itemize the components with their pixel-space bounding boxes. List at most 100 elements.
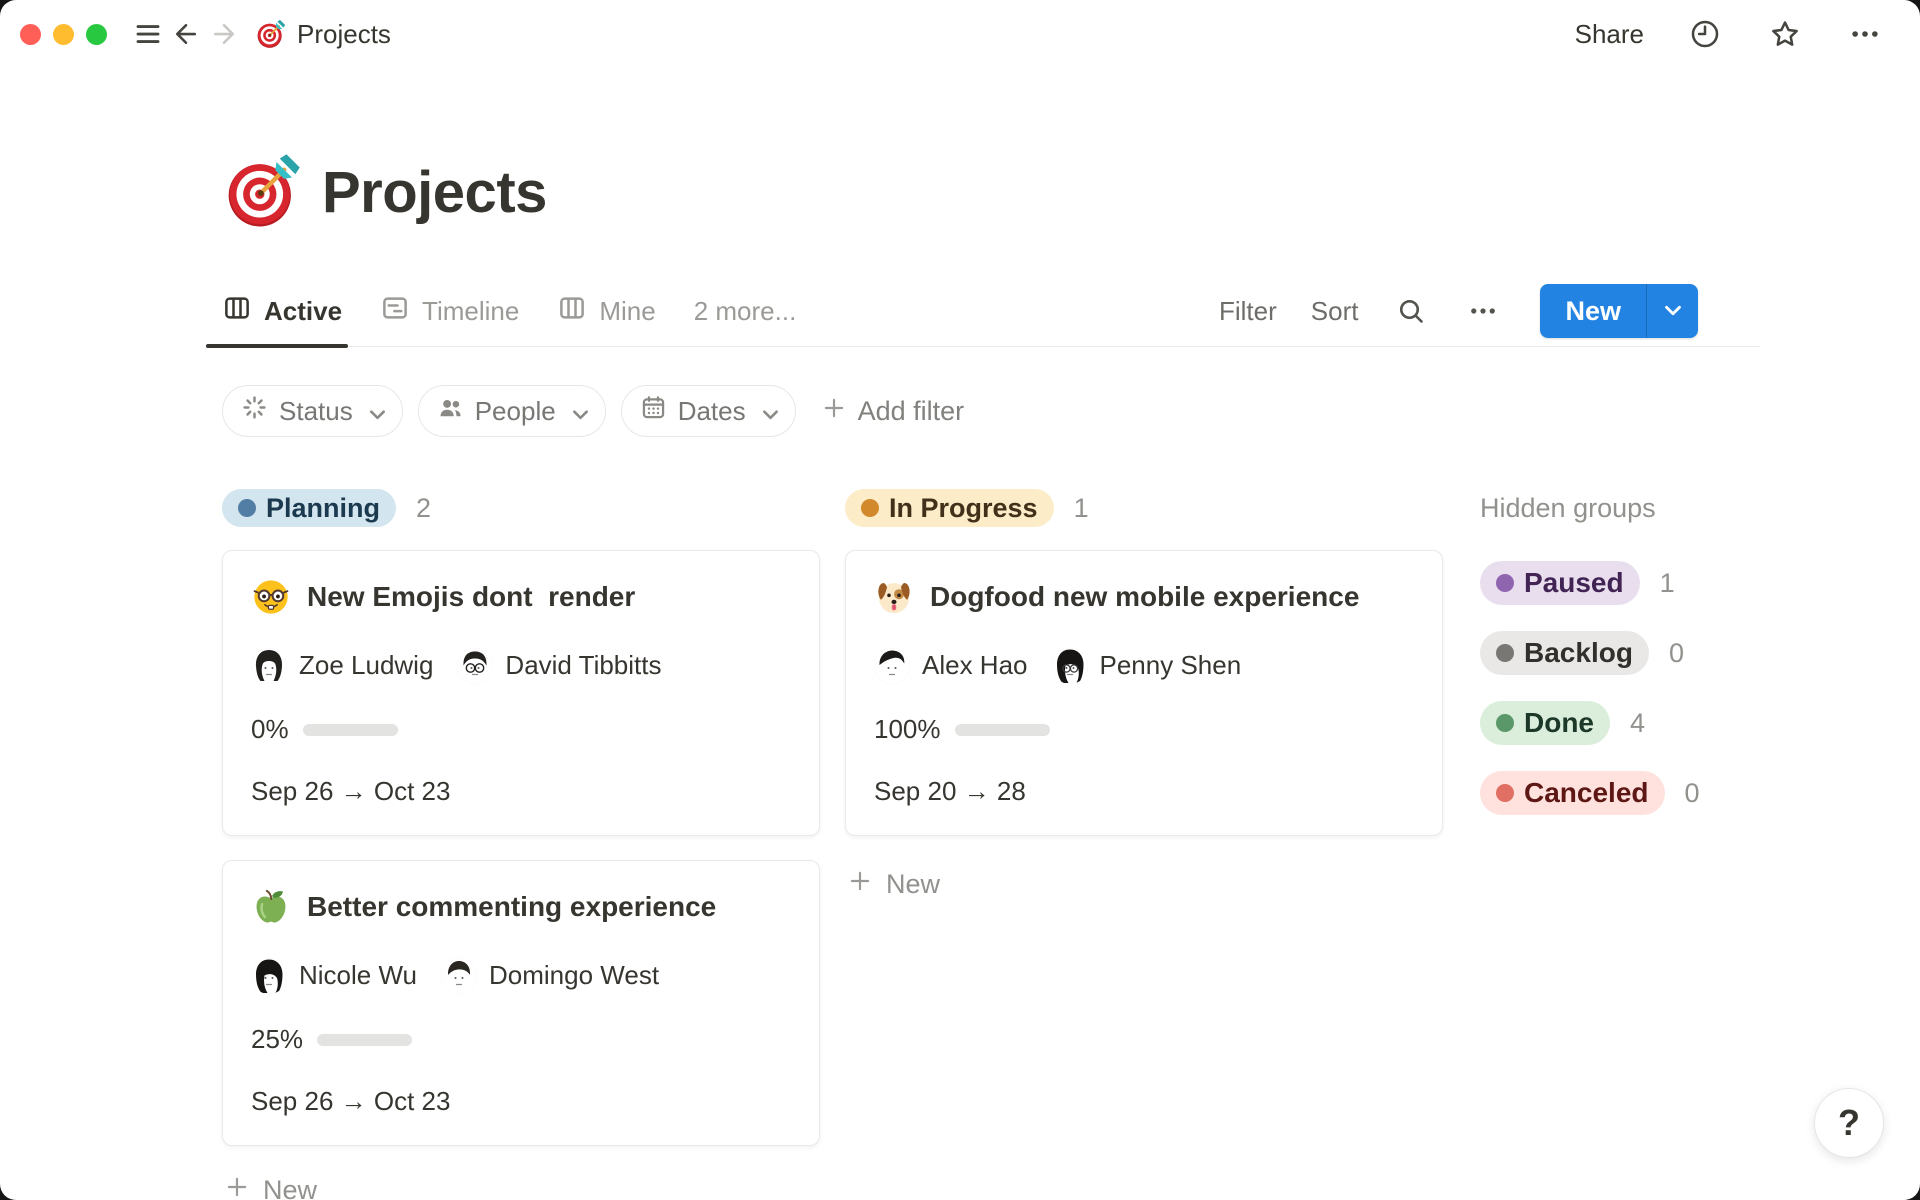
card-assignees: Nicole Wu Domingo West xyxy=(251,957,791,994)
app-window: Projects Share Projects Active Timeline Mi… xyxy=(0,0,1920,1200)
card-title-text: Dogfood new mobile experience xyxy=(930,581,1360,612)
share-button[interactable]: Share xyxy=(1575,19,1644,50)
tab-timeline[interactable]: Timeline xyxy=(380,276,519,346)
status-badge-backlog[interactable]: Backlog xyxy=(1480,631,1649,675)
status-badge-planning[interactable]: Planning xyxy=(222,489,396,527)
column-count: 2 xyxy=(416,492,432,523)
topbar: Projects Share xyxy=(0,0,1920,68)
status-dot xyxy=(1496,714,1514,732)
column-header-planning[interactable]: Planning 2 xyxy=(222,489,820,527)
breadcrumb-title: Projects xyxy=(297,18,391,49)
assignee-name: Zoe Ludwig xyxy=(299,650,434,681)
card-progress: 100% xyxy=(874,714,1414,745)
column-header-in-progress[interactable]: In Progress 1 xyxy=(845,489,1443,527)
woman-long-hair-avatar xyxy=(251,647,287,684)
breadcrumb[interactable]: Projects xyxy=(255,19,391,50)
status-badge-in-progress[interactable]: In Progress xyxy=(845,489,1054,527)
sort-button[interactable]: Sort xyxy=(1311,296,1359,327)
status-badge-label: Planning xyxy=(266,492,380,523)
assignee-name: Penny Shen xyxy=(1099,650,1242,681)
hidden-group-count: 0 xyxy=(1684,777,1700,808)
status-badge-label: Backlog xyxy=(1524,637,1633,668)
board-view-icon xyxy=(557,293,587,330)
star-icon[interactable] xyxy=(1766,15,1804,53)
new-split-button: New xyxy=(1540,284,1698,338)
card-title: Dogfood new mobile experience xyxy=(874,577,1414,617)
view-tabs: Active Timeline Mine 2 more... xyxy=(205,276,797,348)
assignee-name: Alex Hao xyxy=(922,650,1028,681)
help-button[interactable]: ? xyxy=(1814,1088,1884,1158)
assignee-david-tibbitts: David Tibbitts xyxy=(457,647,662,684)
tab-label: 2 more... xyxy=(693,295,797,326)
filter-button[interactable]: Filter xyxy=(1219,296,1277,327)
hidden-group-count: 0 xyxy=(1668,637,1684,668)
view-more-icon[interactable] xyxy=(1464,292,1502,330)
status-icon xyxy=(241,394,268,428)
filter-chips: Status People Dates xyxy=(222,385,796,437)
hidden-group-backlog[interactable]: Backlog 0 xyxy=(1480,631,1698,675)
assignee-zoe-ludwig: Zoe Ludwig xyxy=(251,647,434,684)
new-button[interactable]: New xyxy=(1540,284,1646,338)
tab-active[interactable]: Active xyxy=(205,276,349,348)
tab-label: Active xyxy=(264,295,343,326)
hidden-group-done[interactable]: Done 4 xyxy=(1480,701,1698,745)
assignee-domingo-west: Domingo West xyxy=(441,957,659,994)
nerd-face-icon xyxy=(251,577,291,617)
new-card-button[interactable]: New xyxy=(222,1170,820,1200)
status-badge-label: Canceled xyxy=(1524,777,1649,808)
filter-chip-people[interactable]: People xyxy=(417,385,606,437)
hidden-group-count: 1 xyxy=(1659,567,1675,598)
zoom-window-button[interactable] xyxy=(86,23,107,45)
menu-icon[interactable] xyxy=(129,15,167,53)
dog-face-icon xyxy=(874,577,914,617)
hidden-group-paused[interactable]: Paused 1 xyxy=(1480,561,1698,605)
minimize-window-button[interactable] xyxy=(53,23,74,45)
forward-arrow-icon[interactable] xyxy=(205,15,243,53)
status-dot xyxy=(1496,784,1514,802)
man-short-hair-avatar xyxy=(441,957,478,994)
filter-chip-dates[interactable]: Dates xyxy=(620,385,796,437)
timeline-view-icon xyxy=(380,293,410,330)
assignee-name: Nicole Wu xyxy=(299,960,418,991)
page-icon-dart-target[interactable] xyxy=(222,152,302,232)
green-apple-icon xyxy=(251,887,291,927)
close-window-button[interactable] xyxy=(20,23,41,45)
tab-2-more[interactable]: 2 more... xyxy=(694,276,797,346)
page-title[interactable]: Projects xyxy=(322,159,547,226)
calendar-icon xyxy=(640,394,667,428)
more-icon[interactable] xyxy=(1846,15,1884,53)
progress-label: 100% xyxy=(874,714,941,745)
card-assignees: Alex Hao Penny Shen xyxy=(874,647,1414,684)
dart-target-icon xyxy=(255,19,286,50)
filter-chip-status[interactable]: Status xyxy=(222,385,403,437)
progress-bar xyxy=(302,723,398,736)
card-title: New Emojis dont render xyxy=(251,577,791,617)
progress-label: 0% xyxy=(251,714,289,745)
project-card-new-emojis-dont-render[interactable]: New Emojis dont render Zoe Ludwig David Ti… xyxy=(222,550,820,836)
tab-label: Mine xyxy=(599,295,656,326)
man-swept-hair-avatar xyxy=(874,647,910,684)
status-badge-done[interactable]: Done xyxy=(1480,701,1610,745)
assignee-name: David Tibbitts xyxy=(505,650,662,681)
new-card-label: New xyxy=(263,1175,318,1200)
add-filter-button[interactable]: Add filter xyxy=(821,395,964,428)
hidden-group-canceled[interactable]: Canceled 0 xyxy=(1480,771,1700,815)
clock-icon[interactable] xyxy=(1686,15,1724,53)
status-dot xyxy=(1496,574,1514,592)
tab-mine[interactable]: Mine xyxy=(557,276,656,346)
new-dropdown-button[interactable] xyxy=(1646,284,1698,338)
status-badge-canceled[interactable]: Canceled xyxy=(1480,771,1665,815)
new-card-button[interactable]: New xyxy=(845,864,1443,905)
status-badge-label: In Progress xyxy=(889,492,1038,523)
card-assignees: Zoe Ludwig David Tibbitts xyxy=(251,647,791,684)
card-title: Better commenting experience xyxy=(251,887,791,927)
plus-icon xyxy=(224,1174,250,1200)
filter-chip-label: Status xyxy=(279,395,353,426)
status-badge-paused[interactable]: Paused xyxy=(1480,561,1640,605)
project-card-dogfood-new-mobile-experience[interactable]: Dogfood new mobile experience Alex Hao Pen… xyxy=(845,550,1443,836)
new-card-label: New xyxy=(886,869,941,899)
back-arrow-icon[interactable] xyxy=(167,15,205,53)
search-icon[interactable] xyxy=(1392,292,1430,330)
progress-bar xyxy=(954,723,1050,736)
project-card-better-commenting-experience[interactable]: Better commenting experience Nicole Wu Dom… xyxy=(222,860,820,1146)
